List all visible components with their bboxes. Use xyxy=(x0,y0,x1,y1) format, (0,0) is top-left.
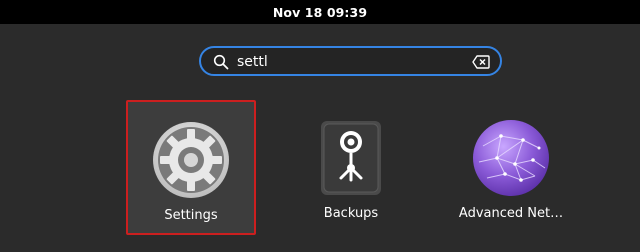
backups-vault-icon xyxy=(321,121,381,195)
search-box[interactable] xyxy=(199,46,502,76)
search-icon xyxy=(213,54,229,70)
top-bar: Nov 18 09:39 xyxy=(0,0,640,24)
app-result-backups[interactable]: Backups xyxy=(286,100,416,235)
app-label-advanced-network: Advanced Net… xyxy=(458,206,564,221)
app-label-backups: Backups xyxy=(323,206,379,221)
app-result-advanced-network[interactable]: Advanced Net… xyxy=(446,100,576,235)
app-label-settings: Settings xyxy=(164,208,218,223)
settings-gear-icon xyxy=(153,122,229,198)
clear-search-icon[interactable] xyxy=(472,55,490,69)
search-input[interactable] xyxy=(237,52,457,72)
app-result-settings[interactable]: Settings xyxy=(126,100,256,235)
clock[interactable]: Nov 18 09:39 xyxy=(273,5,367,20)
network-globe-icon xyxy=(473,120,549,196)
